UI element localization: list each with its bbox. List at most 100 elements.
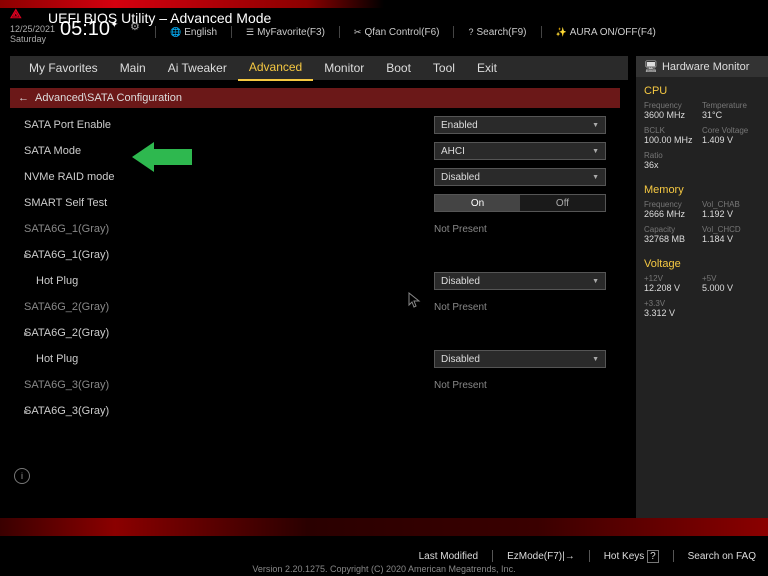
breadcrumb-text: Advanced\SATA Configuration xyxy=(35,92,182,104)
setting-dropdown[interactable]: AHCI▼ xyxy=(434,142,606,160)
setting-label: SATA6G_2(Gray) xyxy=(24,327,434,339)
setting-dropdown[interactable]: Disabled▼ xyxy=(434,350,606,368)
hw-value: 5.000 V xyxy=(702,283,760,293)
footer-red-bar xyxy=(0,518,768,536)
hw-key: Frequency xyxy=(644,200,702,209)
hw-key: Capacity xyxy=(644,225,702,234)
hardware-monitor: 🖥Hardware Monitor CPUFrequency3600 MHzTe… xyxy=(636,56,768,526)
hw-section-title: Voltage xyxy=(644,258,760,270)
copyright: Version 2.20.1275. Copyright (C) 2020 Am… xyxy=(0,564,768,574)
top-red-bar xyxy=(0,0,768,8)
tab-monitor[interactable]: Monitor xyxy=(313,56,375,80)
expand-caret-icon[interactable]: ▸ xyxy=(24,407,28,416)
chevron-down-icon: ▼ xyxy=(592,278,599,285)
setting-dropdown[interactable]: Disabled▼ xyxy=(434,168,606,186)
search-icon: ? xyxy=(468,27,473,37)
setting-row: ▸SATA6G_1(Gray) xyxy=(10,242,620,268)
hw-key: Temperature xyxy=(702,101,760,110)
last-modified-button[interactable]: Last Modified xyxy=(419,551,478,562)
hw-value: 100.00 MHz xyxy=(644,135,702,145)
setting-row: SMART Self TestOnOff xyxy=(10,190,620,216)
hw-cell: +5V5.000 V xyxy=(702,274,760,293)
chevron-down-icon: ▼ xyxy=(592,356,599,363)
setting-value: Not Present xyxy=(434,380,487,391)
chevron-down-icon: ▼ xyxy=(592,148,599,155)
setting-label: SATA6G_3(Gray) xyxy=(24,379,434,391)
myfavorite-button[interactable]: ☰MyFavorite(F3) xyxy=(246,26,325,38)
expand-caret-icon[interactable]: ▸ xyxy=(24,329,28,338)
green-highlight-arrow xyxy=(132,142,192,175)
hw-cell: BCLK100.00 MHz xyxy=(644,126,702,145)
tab-tool[interactable]: Tool xyxy=(422,56,466,80)
hw-cell: +3.3V3.312 V xyxy=(644,299,702,318)
hw-cell: Vol_CHAB1.192 V xyxy=(702,200,760,219)
setting-label: Hot Plug xyxy=(24,353,434,365)
hw-section-title: Memory xyxy=(644,184,760,196)
question-icon: ? xyxy=(647,550,659,563)
date: 12/25/2021 xyxy=(10,24,55,34)
hw-grid: Frequency2666 MHzVol_CHAB1.192 VCapacity… xyxy=(644,200,760,250)
hw-value: 3600 MHz xyxy=(644,110,702,120)
tab-advanced[interactable]: Advanced xyxy=(238,55,313,81)
setting-label: SATA6G_1(Gray) xyxy=(24,249,434,261)
hw-key: +3.3V xyxy=(644,299,702,308)
settings-gear-icon[interactable]: ⚙ xyxy=(130,20,140,33)
hw-cell: Frequency3600 MHz xyxy=(644,101,702,120)
hw-value: 1.184 V xyxy=(702,234,760,244)
hw-grid: +12V12.208 V+5V5.000 V+3.3V3.312 V xyxy=(644,274,760,324)
search-button[interactable]: ?Search(F9) xyxy=(468,26,526,38)
setting-label: SATA6G_3(Gray) xyxy=(24,405,434,417)
tab-main[interactable]: Main xyxy=(109,56,157,80)
setting-value: Not Present xyxy=(434,302,487,313)
hw-cell: +12V12.208 V xyxy=(644,274,702,293)
setting-row: SATA Port EnableEnabled▼ xyxy=(10,112,620,138)
setting-row: NVMe RAID modeDisabled▼ xyxy=(10,164,620,190)
hw-header: 🖥Hardware Monitor xyxy=(636,56,768,77)
qfan-button[interactable]: ✂Qfan Control(F6) xyxy=(354,26,440,38)
setting-label: SATA6G_2(Gray) xyxy=(24,301,434,313)
tab-ai-tweaker[interactable]: Ai Tweaker xyxy=(157,56,238,80)
hw-key: +12V xyxy=(644,274,702,283)
hw-cell: Ratio36x xyxy=(644,151,702,170)
menu-bar: My FavoritesMainAi TweakerAdvancedMonito… xyxy=(10,56,628,80)
fan-icon: ✂ xyxy=(354,27,362,38)
language-button[interactable]: 🌐English xyxy=(170,26,217,38)
setting-label: SATA Mode xyxy=(24,145,434,157)
setting-row: SATA6G_1(Gray)Not Present xyxy=(10,216,620,242)
clock: 05:10✦ xyxy=(60,18,118,41)
back-arrow-icon[interactable]: ← xyxy=(18,92,29,104)
tab-boot[interactable]: Boot xyxy=(375,56,422,80)
hw-value: 1.409 V xyxy=(702,135,760,145)
setting-row: Hot PlugDisabled▼ xyxy=(10,268,620,294)
info-icon[interactable]: i xyxy=(14,468,30,484)
hw-key: Frequency xyxy=(644,101,702,110)
hw-key: Core Voltage xyxy=(702,126,760,135)
expand-caret-icon[interactable]: ▸ xyxy=(24,251,28,260)
exit-icon: |→ xyxy=(562,551,575,562)
ezmode-button[interactable]: EzMode(F7)|→ xyxy=(507,551,575,562)
setting-row: SATA6G_3(Gray)Not Present xyxy=(10,372,620,398)
setting-dropdown[interactable]: Enabled▼ xyxy=(434,116,606,134)
setting-label: Hot Plug xyxy=(24,275,434,287)
hw-value: 1.192 V xyxy=(702,209,760,219)
hw-cell: Temperature31°C xyxy=(702,101,760,120)
search-faq-button[interactable]: Search on FAQ xyxy=(688,551,756,562)
datetime: 12/25/2021 Saturday xyxy=(10,24,55,44)
tab-exit[interactable]: Exit xyxy=(466,56,508,80)
setting-toggle[interactable]: OnOff xyxy=(434,194,606,212)
hw-value: 31°C xyxy=(702,110,760,120)
globe-icon: 🌐 xyxy=(170,27,181,38)
hw-cell: Frequency2666 MHz xyxy=(644,200,702,219)
hw-value: 36x xyxy=(644,160,702,170)
hotkeys-button[interactable]: Hot Keys ? xyxy=(604,551,659,562)
monitor-icon: 🖥 xyxy=(644,60,658,73)
setting-dropdown[interactable]: Disabled▼ xyxy=(434,272,606,290)
breadcrumb[interactable]: ← Advanced\SATA Configuration xyxy=(10,88,620,108)
hw-value: 3.312 V xyxy=(644,308,702,318)
setting-label: SMART Self Test xyxy=(24,197,434,209)
setting-row: SATA ModeAHCI▼ xyxy=(10,138,620,164)
hw-cell: Core Voltage1.409 V xyxy=(702,126,760,145)
tab-my-favorites[interactable]: My Favorites xyxy=(18,56,109,80)
aura-button[interactable]: ✨AURA ON/OFF(F4) xyxy=(556,26,656,38)
mouse-cursor-icon xyxy=(408,292,424,311)
